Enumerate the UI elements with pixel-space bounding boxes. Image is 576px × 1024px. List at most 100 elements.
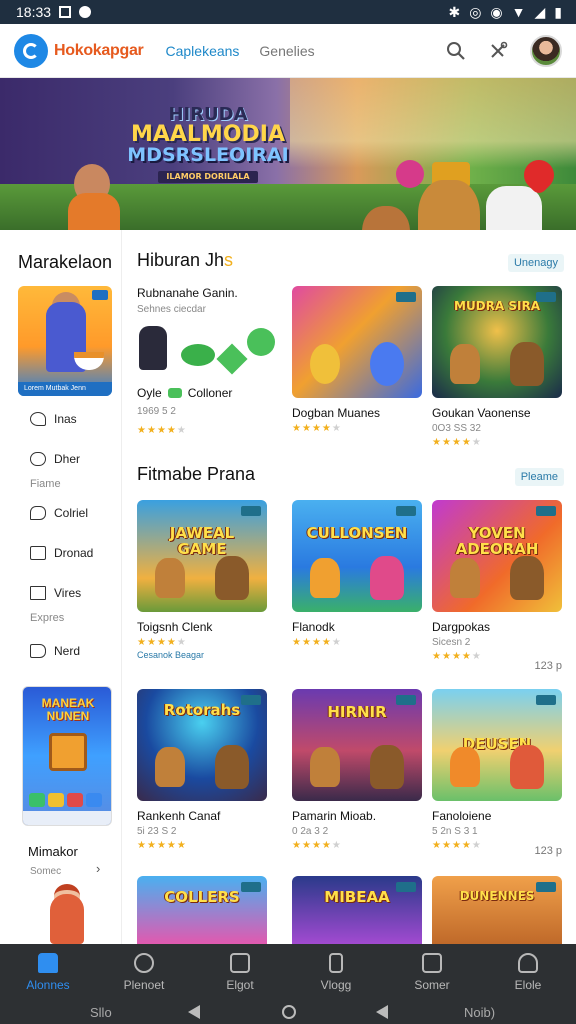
profile-icon [518,952,538,973]
sidebar-item-dronad[interactable]: Dronad [30,546,93,560]
avatar[interactable] [530,34,562,67]
game-art-title: Rotorahs [163,701,241,719]
badge-icon [396,292,416,302]
badge-icon [241,506,261,516]
system-nav-left-label: Sllo [90,1004,112,1020]
star-empty-icon: ★ [471,840,481,851]
hero-card-art [137,324,279,376]
game-title: Pamarin Mioab. [292,809,377,823]
star-filled-icon: ★ [166,840,176,851]
sidebar-feature-card[interactable]: Lorem Mutbak Jenn [18,286,112,396]
download-count: 123 p [534,845,562,857]
rating-stars: ★ ★ ★ ★ ★ [292,840,422,851]
sidebar-game-sub: Somec [30,866,62,877]
gallery-notification-icon [59,6,72,18]
game-card[interactable]: DEUSEN Fanoloiene 5 2n S 3 1 ★ ★ ★ ★ ★ 123 p [432,689,562,857]
star-empty-icon: ★ [471,651,481,662]
star-filled-icon: ★ [146,637,156,648]
game-card[interactable]: YOVEN ADEORAH Dargpokas Sicesn 2 ★ ★ ★ ★ ★ 1… [432,500,562,672]
hero-card-title: Rubnanahe Ganin. [137,286,238,300]
hero-game-card[interactable]: Rubnanahe Ganin. Sehnes ciecdar Oyle Coll… [137,286,279,466]
game-art-title: MUDRA SIRA [454,299,540,313]
status-time: 18:33 [16,4,52,20]
star-filled-icon: ★ [461,437,471,448]
recents-back-icon[interactable] [376,1005,388,1019]
sidebar-game-art-title: MANEAK NUNEN [41,696,95,724]
hero-card-count: 1969 5 2 [137,406,176,417]
badge-icon [92,290,108,300]
sidebar-game-card[interactable]: MANEAK NUNEN [22,686,112,826]
game-card[interactable]: COLLERS [137,876,267,944]
section-action-button[interactable]: Pleame [514,468,564,486]
home-circle-icon[interactable] [282,1005,296,1019]
rating-stars: ★ ★ ★ ★ ★ [292,637,422,648]
tools-icon[interactable] [488,41,508,61]
game-card[interactable]: JAWEAL GAME Toigsnh Clenk ★ ★ ★ ★ ★ Cesanok … [137,500,267,660]
game-card[interactable]: CULLONSEN Flanodk ★ ★ ★ ★ ★ [292,500,422,648]
apps-icon [422,952,442,973]
nav-search[interactable]: Plenoet [96,944,192,1000]
chip-icon [167,388,182,398]
nav-phone[interactable]: Vlogg [288,944,384,1000]
banner-sky [290,78,576,168]
sidebar-item-colriel[interactable]: Colriel [30,506,88,520]
star-filled-icon: ★ [176,840,186,851]
tab-other[interactable]: Genelies [259,43,314,59]
nav-apps[interactable]: Somer [384,944,480,1000]
book-icon [30,644,46,658]
star-filled-icon: ★ [441,651,451,662]
app-logo-icon[interactable] [14,33,48,68]
hero-card-subtitle: Sehnes ciecdar [137,304,206,315]
sidebar-item-label: Dronad [54,546,94,560]
sidebar-item-nerd[interactable]: Nerd [30,644,80,658]
game-card[interactable]: DUNENNES [432,876,562,944]
star-filled-icon: ★ [451,651,461,662]
rating-stars: ★ ★ ★ ★ ★ [432,437,562,448]
game-thumbnail: JAWEAL GAME [137,500,267,612]
battery-icon: ▮ [554,3,562,20]
rating-stars: ★ ★ ★ ★ ★ [137,637,267,648]
main-content: Hiburan Jhs Unenagy Rubnanahe Ganin. Seh… [122,230,576,944]
sidebar-game-title: Mimakor [28,844,78,859]
chevron-right-icon[interactable]: › [96,861,100,876]
sidebar-item-inas[interactable]: Inas [30,412,77,426]
star-filled-icon: ★ [321,840,331,851]
girl-character [50,894,84,944]
nav-grid[interactable]: Elgot [192,944,288,1000]
star-filled-icon: ★ [451,437,461,448]
section-action-button[interactable]: Unenagy [507,254,564,272]
hero-banner[interactable]: HIRUDA MAALMODIA MDSRSLEOIRAI ILAMOR DOR… [0,78,576,230]
game-thumbnail: DUNENNES [432,876,562,944]
sidebar-item-label: Colriel [54,506,89,520]
banner-boy-body [68,193,120,230]
game-link[interactable]: Cesanok Beagar [137,650,267,660]
nav-label: Elole [514,977,542,992]
star-empty-icon: ★ [471,437,481,448]
game-card[interactable]: MUDRA SIRA Goukan Vaonense 0O3 SS 32 ★ ★ ★… [432,286,562,448]
tab-active[interactable]: Caplekeans [165,43,239,59]
search-icon [134,952,154,973]
nav-profile[interactable]: Elole [480,944,576,1000]
game-title: Rankenh Canaf [137,809,221,823]
sidebar-item-dher[interactable]: Dher [30,452,80,466]
game-card[interactable]: Dogban Muanes ★ ★ ★ ★ ★ [292,286,422,434]
game-thumbnail: COLLERS [137,876,267,944]
kid-character [486,186,542,230]
game-art-title: DUNENNES [459,889,535,903]
search-icon[interactable] [446,41,466,61]
game-card[interactable]: MIBEAA [292,876,422,944]
nav-home[interactable]: Alonnes [0,944,96,1000]
game-card[interactable]: HIRNIR Pamarin Mioab. 0 2a 3 2 ★ ★ ★ ★ ★ [292,689,422,851]
game-thumbnail: MIBEAA [292,876,422,944]
game-art-title: JAWEAL GAME [169,524,235,558]
game-card[interactable]: Rotorahs Rankenh Canaf 5i 23 S 2 ★ ★ ★ ★ ★ [137,689,267,851]
game-title: Dogban Muanes [292,406,381,420]
sidebar-item-vires[interactable]: Vires [30,586,81,600]
game-subtitle: 0 2a 3 2 [292,826,329,837]
game-title: Goukan Vaonense [432,406,531,420]
back-icon[interactable] [188,1005,200,1019]
hero-card-line2: Oyle Colloner [137,386,233,400]
status-bar: 18:33 ✱ ◎ ◉ ▼ ◢ ▮ [0,0,576,24]
phone-icon [329,952,343,973]
grid-icon [230,952,250,973]
